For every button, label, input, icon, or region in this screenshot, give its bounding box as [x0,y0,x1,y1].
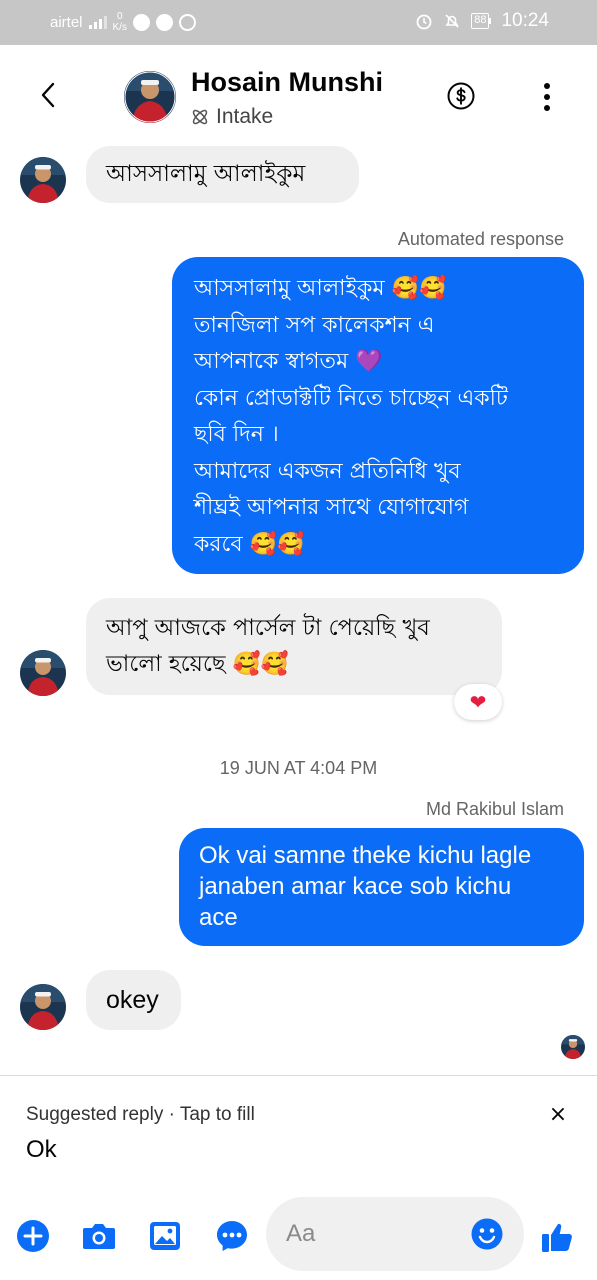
more-dot-icon [544,105,550,111]
mute-bell-icon [445,14,459,28]
camera-icon [83,1224,115,1249]
speed-value: 0 [116,11,123,22]
suggested-reply-label: Suggested reply · Tap to fill [26,1104,255,1125]
close-icon[interactable]: × [546,1102,570,1127]
message-line: আমাদের একজন প্রতিনিধি খুব [194,458,461,484]
sender-avatar[interactable] [20,984,66,1030]
status-right: 88 10:24 [415,10,549,32]
dollar-icon [447,82,475,110]
message-input-wrapper [266,1197,524,1271]
sender-avatar[interactable] [20,650,66,696]
emoji-icon [471,1218,503,1250]
message-line: ace [199,904,238,931]
more-dot-icon [544,94,550,100]
thumbs-up-icon [542,1223,572,1252]
status-bar: airtel 0 K/s 88 10:24 [0,0,597,45]
messenger-icon [155,13,173,31]
contact-avatar[interactable] [124,71,176,123]
message-line: কোন প্রোডাক্টটি নিতে চাচ্ছেন একটি [194,385,508,411]
chevron-left-icon [41,82,55,108]
messenger-icon [132,13,150,31]
sender-label: Automated response [397,229,564,249]
speed-unit: K/s [112,22,127,33]
message-bubble-outgoing[interactable]: আসসালামু আলাইকুম 🥰🥰 তানজিলা সপ কালেকশন এ… [172,257,584,574]
back-button[interactable] [32,77,64,113]
contact-name[interactable]: Hosain Munshi [191,67,383,98]
alarm-icon [416,14,432,30]
carrier-label: airtel [50,13,83,31]
chat-dots-icon [217,1221,247,1251]
message-bubble-incoming[interactable]: আসসালামু আলাইকুম [86,146,359,203]
payment-button[interactable] [447,82,475,110]
suggested-reply-panel: Suggested reply · Tap to fill Ok × [0,1075,597,1185]
message-bubble-incoming[interactable]: আপু আজকে পার্সেল টা পেয়েছি খুব ভালো হয়… [86,598,502,695]
message-line: ভালো হয়েছে 🥰🥰 [106,651,289,677]
emoji-button[interactable] [470,1217,504,1251]
message-composer [0,1185,597,1280]
suggested-reply-text[interactable]: Ok [26,1136,57,1164]
sender-avatar[interactable] [20,157,66,203]
battery-level: 88 [471,13,490,29]
message-line: আসসালামু আলাইকুম 🥰🥰 [194,276,447,301]
contact-label-text: Intake [216,105,274,128]
message-bubble-outgoing[interactable]: Ok vai samne theke kichu lagle janaben a… [179,828,584,946]
network-speed: 0 K/s [113,11,127,33]
sender-label: Md Rakibul Islam [425,799,564,819]
atom-icon [192,109,208,125]
message-timestamp: 19 JUN AT 4:04 PM [219,758,378,778]
gallery-button[interactable] [148,1219,182,1253]
whatsapp-icon [178,13,196,31]
more-options-button[interactable] [536,83,558,111]
message-line: janaben amar kace sob kichu [199,873,512,900]
message-line: Ok vai samne theke kichu lagle [199,842,532,869]
plus-circle-icon [17,1220,49,1252]
camera-button[interactable] [81,1219,115,1253]
clock: 10:24 [501,10,549,31]
chat-header: Hosain Munshi Intake [0,45,597,145]
message-line: ছবি দিন । [194,422,279,447]
more-dot-icon [544,83,550,89]
signal-icon [88,15,107,29]
message-text: okey [106,986,159,1014]
message-text: আসসালামু আলাইকুম [106,161,306,187]
like-button[interactable] [540,1219,576,1253]
add-button[interactable] [16,1219,50,1253]
seen-indicator-avatar [561,1035,585,1059]
status-left: airtel 0 K/s [50,11,196,33]
message-line: তানজিলা সপ কালেকশন এ [194,312,435,338]
image-icon [150,1222,180,1250]
more-apps-button[interactable] [215,1219,249,1253]
message-line: করবে 🥰🥰 [194,531,305,557]
message-line: আপনাকে স্বাগতম 💜 [194,349,383,374]
message-bubble-incoming[interactable]: okey [86,970,181,1030]
battery-icon: 88 [471,13,492,29]
contact-label[interactable]: Intake [190,105,273,129]
message-input[interactable] [286,1215,466,1253]
message-line: শীঘ্রই আপনার সাথে যোগাযোগ [194,495,469,520]
heart-icon: ❤ [469,690,487,714]
reaction-badge[interactable]: ❤ [454,684,502,720]
message-line: আপু আজকে পার্সেল টা পেয়েছি খুব [106,615,430,641]
